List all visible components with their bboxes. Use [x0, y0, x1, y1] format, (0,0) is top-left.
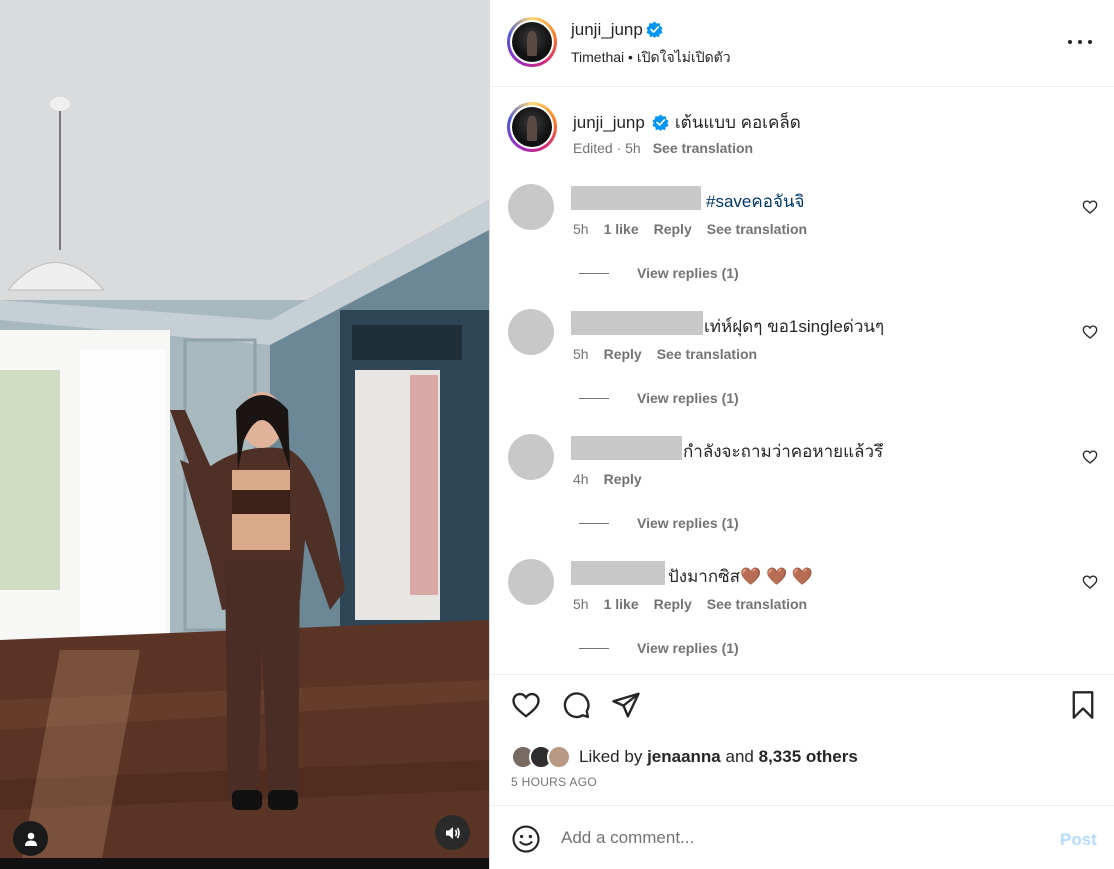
view-replies-label: View replies (1) [637, 390, 739, 406]
comment-meta: 5h Reply See translation [573, 346, 772, 362]
verified-badge-icon [646, 21, 663, 38]
comment-likes[interactable]: 1 like [604, 221, 639, 237]
verified-badge-icon [652, 114, 669, 131]
caption-edited-time: Edited · 5h [573, 140, 641, 156]
caption-see-translation[interactable]: See translation [653, 140, 753, 156]
comment-text: ปังมากซิส🤎 🤎 🤎 [668, 567, 813, 586]
author-username-row: junji_junp [571, 20, 663, 40]
actions-divider [490, 674, 1114, 675]
save-bookmark-icon[interactable] [1069, 690, 1097, 720]
caption-avatar[interactable] [507, 102, 557, 152]
volume-icon [445, 826, 460, 839]
comment-time: 5h [573, 346, 589, 362]
comment-reply-button[interactable]: Reply [654, 221, 692, 237]
likes-user-link[interactable]: jenaanna [647, 747, 721, 767]
comment-like-heart-icon[interactable] [1082, 199, 1098, 215]
commenter-avatar-redacted[interactable] [508, 559, 554, 605]
likes-joiner: and [725, 747, 754, 766]
comment-hashtag[interactable]: #saveคอจันจิ [706, 192, 805, 211]
likes-summary: Liked by jenaanna and 8,335 others [511, 742, 858, 772]
comment-likes[interactable]: 1 like [604, 596, 639, 612]
comment-see-translation[interactable]: See translation [707, 596, 807, 612]
comment-time: 4h [573, 471, 589, 487]
emoji-icon[interactable] [511, 824, 541, 854]
comment-item: #saveคอจันจิ 5h 1 like Reply See translatio… [490, 184, 1114, 309]
comment-reply-button[interactable]: Reply [654, 596, 692, 612]
post-comment-button[interactable]: Post [1060, 830, 1097, 850]
more-dot [1088, 40, 1092, 44]
audio-attribution-link[interactable]: Timethai • เปิดใจไม่เปิดตัว [571, 47, 731, 69]
comment-reply-button[interactable]: Reply [604, 346, 642, 362]
view-replies-button[interactable]: View replies (1) [579, 265, 739, 281]
comment-text: เท่ห์ฝุดๆ ขอ1singleด่วนๆ [704, 317, 885, 336]
view-replies-button[interactable]: View replies (1) [579, 640, 739, 656]
caption-username[interactable]: junji_junp [573, 113, 645, 132]
commenter-avatar-redacted[interactable] [508, 309, 554, 355]
view-replies-label: View replies (1) [637, 515, 739, 531]
view-replies-label: View replies (1) [637, 265, 739, 281]
replies-divider [579, 397, 609, 399]
likes-prefix: Liked by [579, 747, 643, 766]
comment-meta: 4h Reply [573, 471, 657, 487]
commenter-username-redacted[interactable] [571, 436, 682, 460]
comment-see-translation[interactable]: See translation [657, 346, 757, 362]
comment-bubble-icon[interactable] [561, 690, 591, 720]
comment-item: กำลังจะถามว่าคอหายแล้วรึ 4h Reply View re… [490, 434, 1114, 559]
comment-item: เท่ห์ฝุดๆ ขอ1singleด่วนๆ 5h Reply See tran… [490, 309, 1114, 434]
comment-text: #saveคอจันจิ [706, 188, 805, 215]
commenter-avatar-redacted[interactable] [508, 184, 554, 230]
comment-like-heart-icon[interactable] [1082, 449, 1098, 465]
caption-text-row: junji_junp เต้นแบบ คอเคล็ด [573, 109, 801, 136]
likes-others-link[interactable]: 8,335 others [759, 747, 858, 767]
replies-divider [579, 647, 609, 649]
tagged-users-button[interactable] [13, 821, 48, 856]
video-progress-track[interactable] [0, 858, 489, 869]
comment-like-heart-icon[interactable] [1082, 574, 1098, 590]
author-username[interactable]: junji_junp [571, 20, 643, 39]
more-horizontal-icon [1068, 40, 1072, 44]
replies-divider [579, 522, 609, 524]
comment-meta: 5h 1 like Reply See translation [573, 596, 822, 612]
comment-like-heart-icon[interactable] [1082, 324, 1098, 340]
comment-time: 5h [573, 596, 589, 612]
post-side-panel: junji_junp Timethai • เปิดใจไม่เปิดตัว j… [489, 0, 1114, 869]
commenter-avatar-redacted[interactable] [508, 434, 554, 480]
view-replies-label: View replies (1) [637, 640, 739, 656]
view-replies-button[interactable]: View replies (1) [579, 515, 739, 531]
commenter-username-redacted[interactable] [571, 561, 665, 585]
caption-meta: Edited · 5h See translation [573, 140, 753, 156]
liker-avatar [547, 745, 571, 769]
view-replies-button[interactable]: View replies (1) [579, 390, 739, 406]
comment-item: ปังมากซิส🤎 🤎 🤎 5h 1 like Reply See translat… [490, 559, 1114, 684]
caption-text: เต้นแบบ คอเคล็ด [674, 113, 801, 132]
post-header: junji_junp Timethai • เปิดใจไม่เปิดตัว [490, 0, 1114, 87]
comment-reply-button[interactable]: Reply [604, 471, 642, 487]
comment-text: กำลังจะถามว่าคอหายแล้วรึ [683, 442, 884, 461]
add-comment-input[interactable] [561, 824, 1041, 852]
post-timestamp[interactable]: 5 HOURS AGO [511, 775, 597, 789]
like-heart-icon[interactable] [511, 690, 541, 720]
replies-divider [579, 272, 609, 274]
video-frame-image [0, 0, 489, 869]
comment-see-translation[interactable]: See translation [707, 221, 807, 237]
more-options-button[interactable] [1068, 32, 1092, 52]
commenter-username-redacted[interactable] [571, 311, 703, 335]
comment-time: 5h [573, 221, 589, 237]
commenter-username-redacted[interactable] [571, 186, 701, 210]
author-avatar[interactable] [507, 17, 557, 67]
share-paper-plane-icon[interactable] [611, 690, 641, 720]
user-icon [24, 832, 37, 846]
more-dot [1078, 40, 1082, 44]
comment-composer: Post [490, 805, 1114, 869]
post-video[interactable] [0, 0, 489, 869]
comment-meta: 5h 1 like Reply See translation [573, 221, 822, 237]
audio-toggle-button[interactable] [435, 815, 470, 850]
liker-avatars[interactable] [511, 743, 575, 771]
